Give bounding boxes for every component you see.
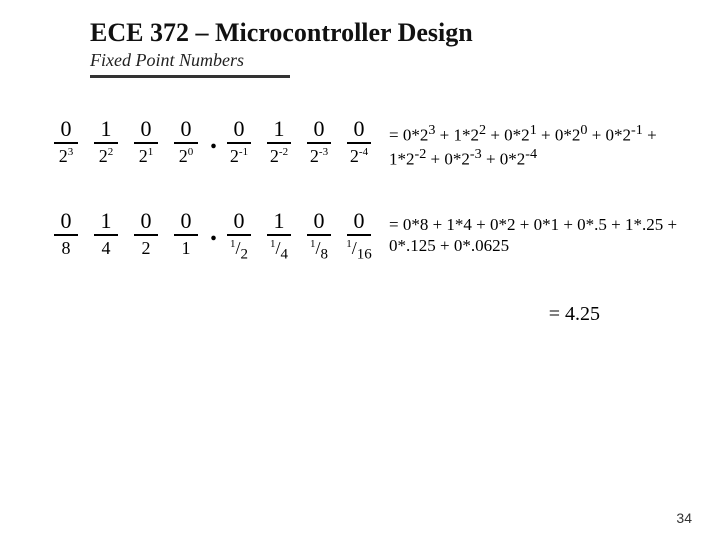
- bit-underline: [54, 142, 78, 144]
- bit-value: 0: [343, 210, 375, 232]
- bit-column: 023: [50, 118, 82, 168]
- bit-weight: 2-3: [303, 146, 335, 168]
- bit-weight: 22: [90, 146, 122, 168]
- bit-column: 12-2: [263, 118, 295, 168]
- bit-weight: 20: [170, 146, 202, 168]
- bit-value: 0: [50, 118, 82, 140]
- bit-underline: [267, 142, 291, 144]
- bit-column: 122: [90, 118, 122, 168]
- bit-weight: 1/4: [263, 238, 295, 264]
- bit-underline: [227, 234, 251, 236]
- bit-underline: [347, 234, 371, 236]
- expansion-text: = 0*23 + 1*22 + 0*21 + 0*20 + 0*2-1 + 1*…: [389, 122, 679, 170]
- bit-column: 01/2: [223, 210, 255, 264]
- bit-value: 1: [263, 210, 295, 232]
- slide-subtitle: Fixed Point Numbers: [90, 50, 680, 71]
- bit-column: 08: [50, 210, 82, 260]
- bit-weight: 4: [90, 238, 122, 260]
- bit-weight: 1/8: [303, 238, 335, 264]
- bit-underline: [227, 142, 251, 144]
- bit-weight: 1: [170, 238, 202, 260]
- bit-value: 1: [263, 118, 295, 140]
- page-number: 34: [676, 510, 692, 526]
- bit-column: 0 1/16: [343, 210, 375, 264]
- bit-underline: [307, 142, 331, 144]
- bit-value: 0: [223, 210, 255, 232]
- result-line: = 4.25: [50, 303, 680, 326]
- bit-underline: [307, 234, 331, 236]
- bit-underline: [174, 234, 198, 236]
- bit-value: 0: [343, 118, 375, 140]
- bit-weight: 23: [50, 146, 82, 168]
- bit-value: 1: [90, 118, 122, 140]
- bit-underline: [267, 234, 291, 236]
- bit-column: 021: [130, 118, 162, 168]
- expansion-text: = 0*8 + 1*4 + 0*2 + 0*1 + 0*.5 + 1*.25 +…: [389, 214, 679, 257]
- bit-weight: 2-2: [263, 146, 295, 168]
- bit-weight: 21: [130, 146, 162, 168]
- bit-weight: 2: [130, 238, 162, 260]
- bit-column: 02-4: [343, 118, 375, 168]
- radix-point: .: [210, 218, 219, 246]
- bit-column: 02: [130, 210, 162, 260]
- bit-column: 01/8: [303, 210, 335, 264]
- bit-value: 0: [170, 210, 202, 232]
- radix-point: .: [210, 126, 219, 154]
- bit-column: 02-1: [223, 118, 255, 168]
- title-rule: [90, 75, 290, 78]
- bit-column: 020: [170, 118, 202, 168]
- bit-underline: [347, 142, 371, 144]
- bit-underline: [94, 142, 118, 144]
- bit-value: 0: [303, 118, 335, 140]
- bit-weight: 1/16: [343, 238, 375, 264]
- bit-value: 0: [50, 210, 82, 232]
- bit-column: 11/4: [263, 210, 295, 264]
- fixed-point-row-2: 08140201.01/211/401/801/16= 0*8 + 1*4 + …: [50, 210, 680, 264]
- bit-underline: [174, 142, 198, 144]
- bit-value: 0: [130, 210, 162, 232]
- bit-value: 0: [130, 118, 162, 140]
- content-area: 023122021020.02-112-202-302-4= 0*23 + 1*…: [50, 118, 680, 326]
- bit-weight: 2-1: [223, 146, 255, 168]
- bit-weight: 8: [50, 238, 82, 260]
- bit-column: 01: [170, 210, 202, 260]
- bit-underline: [134, 142, 158, 144]
- fixed-point-row-1: 023122021020.02-112-202-302-4= 0*23 + 1*…: [50, 118, 680, 170]
- bit-value: 0: [170, 118, 202, 140]
- bit-column: 02-3: [303, 118, 335, 168]
- bit-underline: [54, 234, 78, 236]
- bit-value: 0: [303, 210, 335, 232]
- bit-weight: 1/2: [223, 238, 255, 264]
- slide: ECE 372 – Microcontroller Design Fixed P…: [0, 0, 720, 540]
- bit-column: 14: [90, 210, 122, 260]
- bit-underline: [134, 234, 158, 236]
- bit-value: 0: [223, 118, 255, 140]
- slide-title: ECE 372 – Microcontroller Design: [90, 18, 680, 48]
- bit-value: 1: [90, 210, 122, 232]
- bit-underline: [94, 234, 118, 236]
- bit-weight: 2-4: [343, 146, 375, 168]
